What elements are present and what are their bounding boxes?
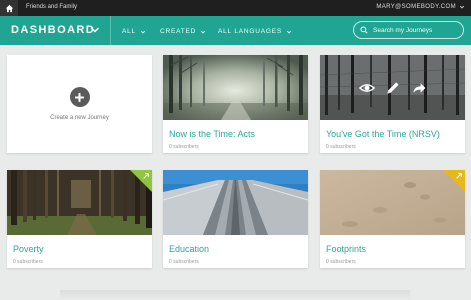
create-journey-label: Create a new Journey <box>50 115 109 121</box>
create-journey-card[interactable]: Create a new Journey <box>7 55 152 153</box>
journey-title[interactable]: Poverty <box>13 244 44 254</box>
journey-card[interactable]: Poverty 0 subscribers <box>7 170 152 268</box>
journey-thumbnail <box>163 170 308 235</box>
page-title[interactable]: DASHBOARD <box>11 24 95 36</box>
journey-title[interactable]: Now is the Time: Acts <box>169 129 255 139</box>
nav-bar: DASHBOARD ALL CREATED ALL LANGUAGES <box>0 16 471 45</box>
plus-icon <box>75 92 84 102</box>
user-email: MARY@SOMEBODY.COM <box>376 4 456 10</box>
subscriber-count: 0 subscribers <box>13 259 43 265</box>
journey-title[interactable]: You've Got the Time (NRSV) <box>326 129 440 139</box>
card-hover-actions <box>320 55 465 120</box>
chevron-down-icon[interactable] <box>90 25 100 35</box>
org-name[interactable]: Friends and Family <box>26 4 77 10</box>
share-arrow-icon <box>456 173 462 179</box>
filter-label: CREATED <box>160 28 197 35</box>
journey-thumbnail <box>320 55 465 120</box>
journey-title[interactable]: Education <box>169 244 209 254</box>
subscriber-count: 0 subscribers <box>326 144 356 150</box>
journey-thumbnail <box>7 170 152 235</box>
journey-card[interactable]: You've Got the Time (NRSV) 0 subscribers <box>320 55 465 153</box>
home-icon <box>5 4 13 12</box>
journey-thumbnail <box>163 55 308 120</box>
chevron-down-icon <box>286 30 292 33</box>
eye-icon[interactable] <box>358 80 375 96</box>
chevron-down-icon <box>201 30 206 33</box>
home-button[interactable] <box>0 0 18 16</box>
pencil-icon[interactable] <box>385 80 401 96</box>
filter-languages[interactable]: ALL LANGUAGES <box>218 28 292 35</box>
search-box[interactable] <box>353 21 464 39</box>
journey-card[interactable]: Now is the Time: Acts 0 subscribers <box>163 55 308 153</box>
subscriber-count: 0 subscribers <box>169 259 199 265</box>
search-icon <box>360 26 368 34</box>
filter-created[interactable]: CREATED <box>160 28 206 35</box>
footer-shadow <box>60 290 410 300</box>
journey-card[interactable]: Footprints 0 subscribers <box>320 170 465 268</box>
journey-title[interactable]: Footprints <box>326 244 366 254</box>
user-menu[interactable]: MARY@SOMEBODY.COM <box>376 4 465 10</box>
share-icon[interactable] <box>411 80 427 96</box>
search-input[interactable] <box>373 26 461 34</box>
chevron-down-icon <box>140 30 146 33</box>
nav-divider <box>110 16 111 45</box>
journey-card[interactable]: Education 0 subscribers <box>163 170 308 268</box>
share-arrow-icon <box>143 173 149 179</box>
filter-all[interactable]: ALL <box>122 28 146 35</box>
filter-label: ALL <box>122 28 136 35</box>
chevron-down-icon <box>459 5 465 9</box>
filter-label: ALL LANGUAGES <box>218 28 282 35</box>
subscriber-count: 0 subscribers <box>326 259 356 265</box>
journey-thumbnail <box>320 170 465 235</box>
top-bar: Friends and Family MARY@SOMEBODY.COM <box>0 0 471 16</box>
subscriber-count: 0 subscribers <box>169 144 199 150</box>
add-journey-button[interactable] <box>69 87 90 107</box>
